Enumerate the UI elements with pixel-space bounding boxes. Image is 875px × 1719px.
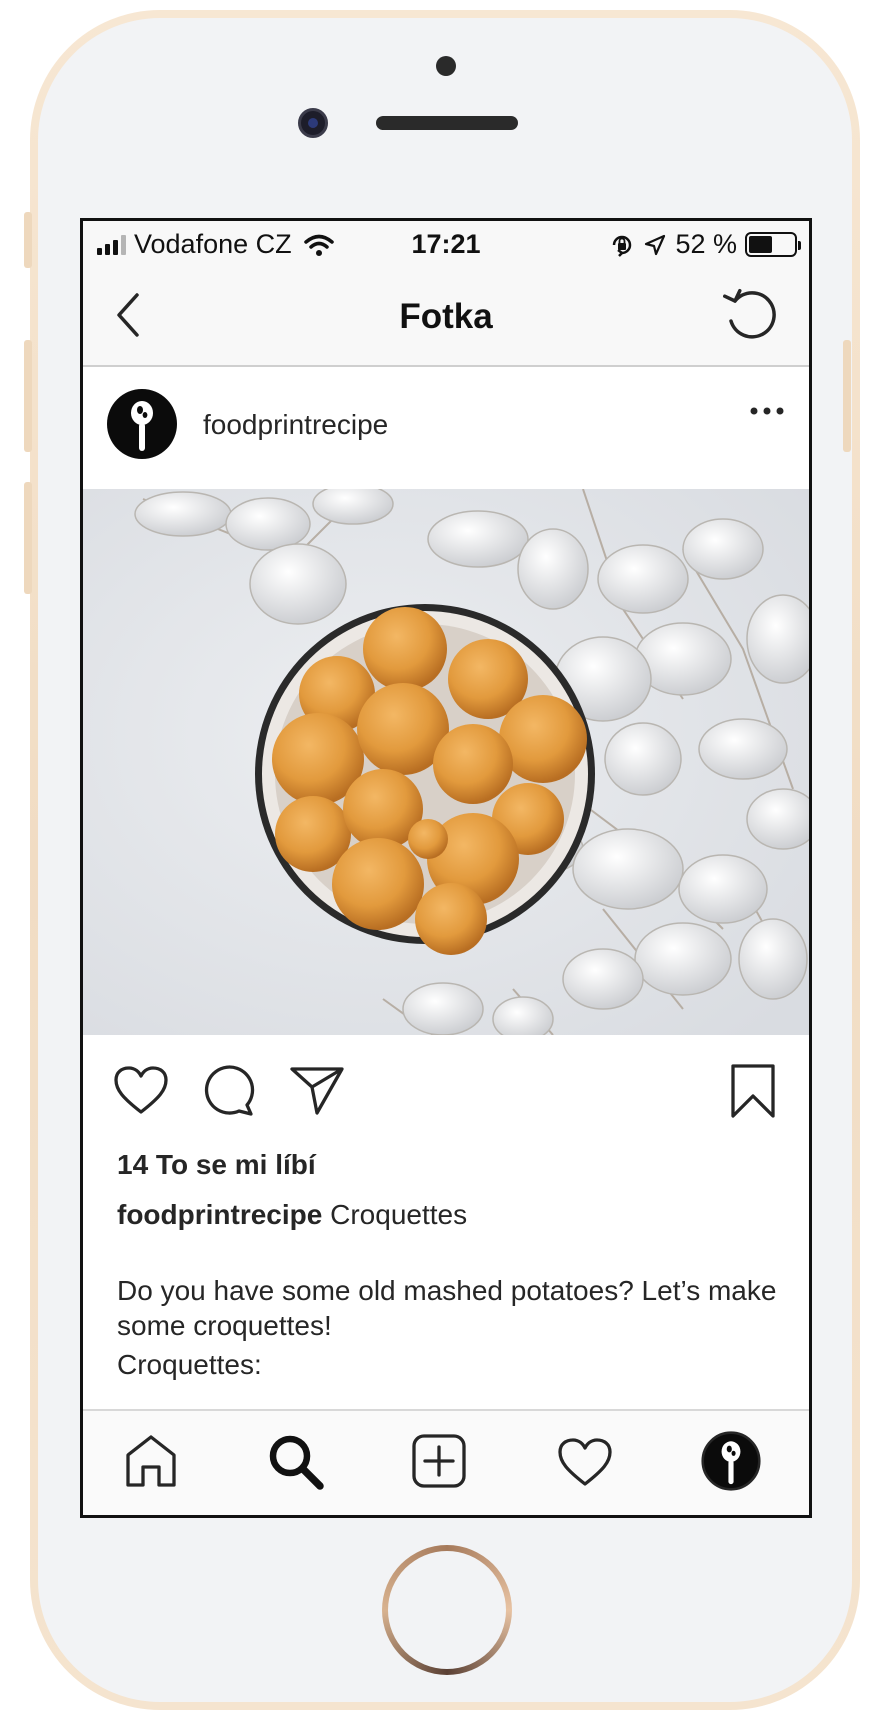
volume-up-button (24, 340, 32, 452)
post-caption: foodprintrecipe Croquettes (117, 1199, 467, 1231)
profile-icon[interactable] (701, 1431, 761, 1491)
more-options-icon[interactable] (749, 405, 785, 417)
rotation-lock-icon (613, 235, 632, 257)
home-icon[interactable] (123, 1433, 179, 1489)
like-count[interactable]: 14 To se mi líbí (117, 1149, 316, 1181)
bookmark-icon[interactable] (729, 1063, 777, 1119)
caption-text: Croquettes (330, 1199, 468, 1230)
search-icon[interactable] (267, 1433, 325, 1491)
battery-icon (745, 232, 801, 257)
proximity-sensor (436, 56, 456, 76)
mute-switch (24, 212, 32, 268)
refresh-icon[interactable] (723, 287, 779, 343)
heart-icon[interactable] (113, 1065, 169, 1115)
earpiece-speaker (376, 116, 518, 130)
volume-down-button (24, 482, 32, 594)
caption-username[interactable]: foodprintrecipe (117, 1199, 322, 1230)
croquettes-photo (83, 489, 809, 1035)
post-header: foodprintrecipe (83, 367, 809, 479)
post-photo[interactable] (83, 489, 809, 1035)
avatar[interactable] (107, 389, 177, 459)
home-button[interactable] (382, 1545, 512, 1675)
activity-icon[interactable] (557, 1437, 613, 1487)
tab-bar (83, 1409, 809, 1515)
post-username[interactable]: foodprintrecipe (203, 409, 388, 441)
page-title: Fotka (399, 297, 493, 336)
app-screen: Vodafone CZ 17:21 52 % Fotka foodprintre… (80, 218, 812, 1518)
post-actions (83, 1035, 809, 1145)
front-camera (298, 108, 328, 138)
battery-percent: 52 % (675, 229, 737, 259)
comment-icon[interactable] (203, 1065, 255, 1117)
status-bar: Vodafone CZ 17:21 52 % (83, 221, 809, 267)
share-icon[interactable] (289, 1065, 345, 1117)
nav-bar: Fotka (83, 267, 809, 367)
post-description-continued: Croquettes: (117, 1349, 262, 1380)
post-description: Do you have some old mashed potatoes? Le… (117, 1275, 777, 1341)
location-icon (645, 234, 666, 255)
power-button (843, 340, 851, 452)
new-post-icon[interactable] (411, 1433, 467, 1489)
